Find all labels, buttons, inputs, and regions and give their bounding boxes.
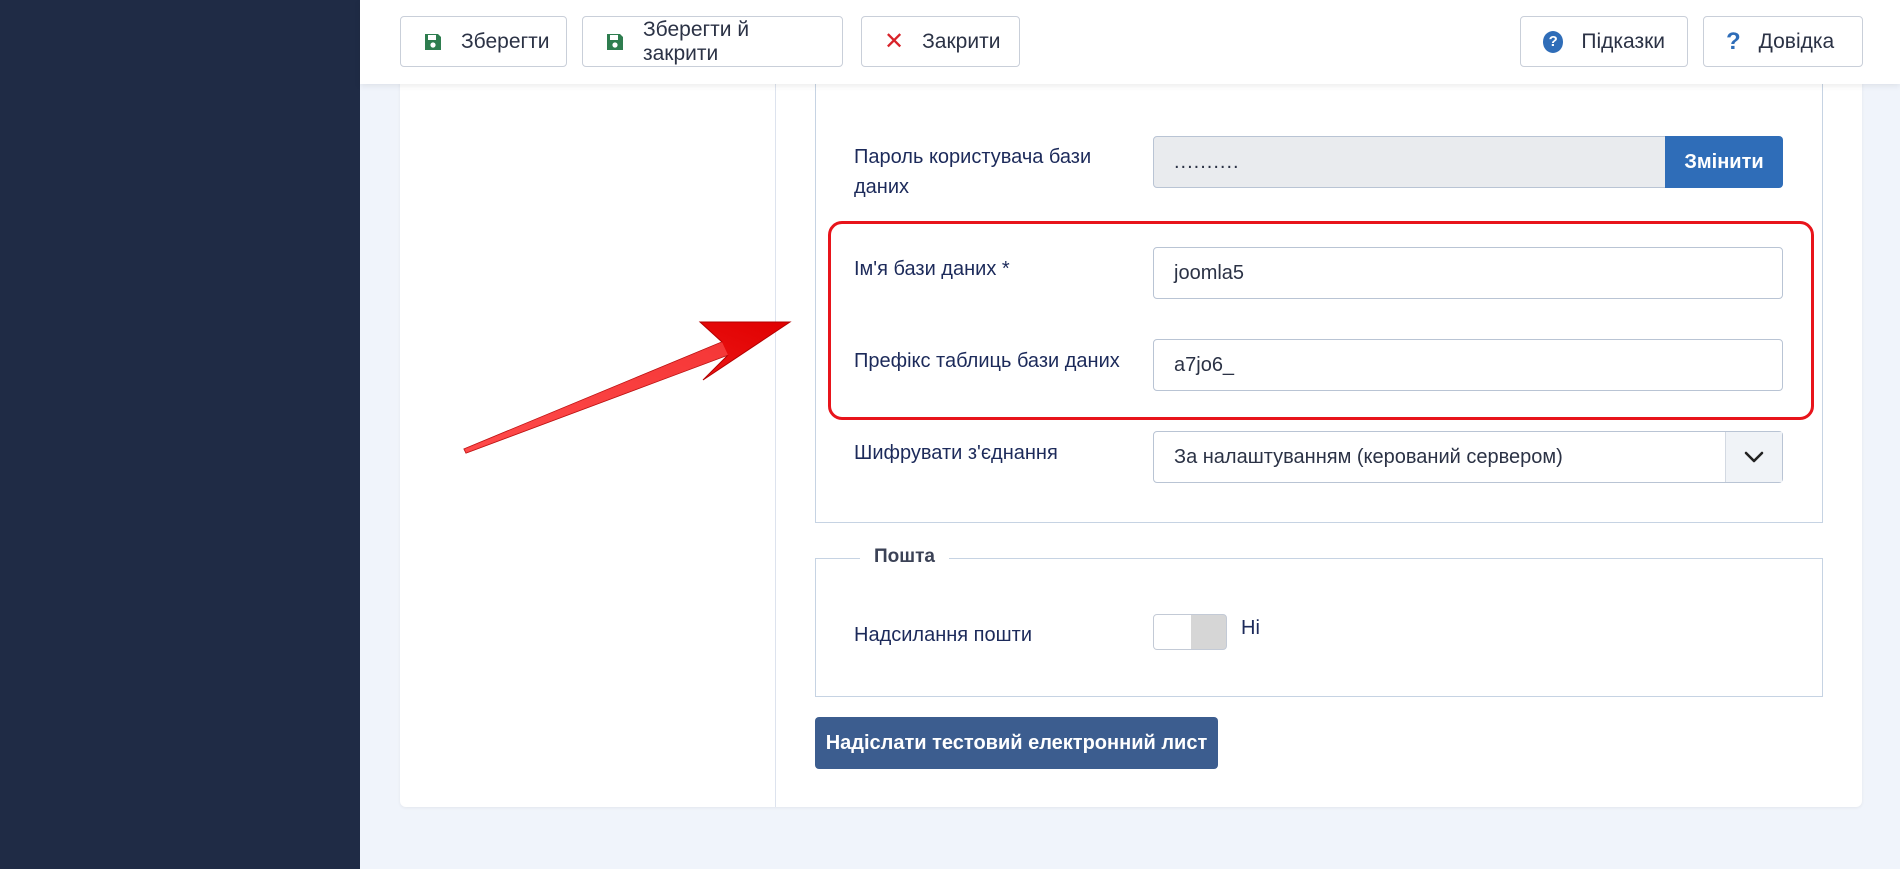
password-label: Пароль користувача бази даних: [854, 142, 1154, 202]
help-label: Довідка: [1758, 29, 1835, 53]
help-circle-icon: ?: [1543, 30, 1564, 53]
question-mark-icon: ?: [1726, 27, 1741, 55]
save-close-button[interactable]: Зберегти й закрити: [582, 16, 843, 67]
encrypt-value: За налаштуванням (керований сервером): [1174, 445, 1563, 468]
change-password-button[interactable]: Змінити: [1665, 136, 1783, 188]
save-button[interactable]: Зберегти: [400, 16, 567, 67]
password-value: ..........: [1174, 150, 1240, 173]
send-mail-label: Надсилання пошти: [854, 624, 1033, 646]
hints-label: Підказки: [1581, 29, 1665, 53]
red-arrow-icon: [463, 321, 792, 454]
highlight-box: [828, 221, 1814, 420]
toolbar: Зберегти Зберегти й закрити ✕ Закрити ? …: [360, 0, 1900, 84]
save-label: Зберегти: [461, 29, 550, 53]
save-icon: [423, 32, 443, 52]
encrypt-select[interactable]: За налаштуванням (керований сервером): [1153, 431, 1783, 483]
send-test-email-button[interactable]: Надіслати тестовий електронний лист: [815, 717, 1218, 769]
sidebar: [0, 0, 360, 869]
chevron-down-icon[interactable]: [1725, 432, 1782, 482]
send-mail-toggle[interactable]: [1153, 614, 1227, 650]
send-mail-state: Ні: [1241, 617, 1260, 639]
close-label: Закрити: [922, 29, 1001, 53]
hints-button[interactable]: ? Підказки: [1520, 16, 1688, 67]
help-button[interactable]: ? Довідка: [1703, 16, 1863, 67]
encrypt-label: Шифрувати з'єднання: [854, 442, 1058, 464]
mail-legend: Пошта: [860, 546, 949, 568]
save-icon: [605, 32, 625, 52]
save-close-label: Зберегти й закрити: [643, 17, 750, 65]
password-label-line1: Пароль користувача бази: [854, 146, 1092, 168]
password-label-line2: даних: [854, 176, 910, 198]
password-field: ..........: [1153, 136, 1666, 188]
toggle-knob: [1154, 615, 1191, 649]
close-button[interactable]: ✕ Закрити: [861, 16, 1020, 67]
close-icon: ✕: [884, 28, 905, 55]
